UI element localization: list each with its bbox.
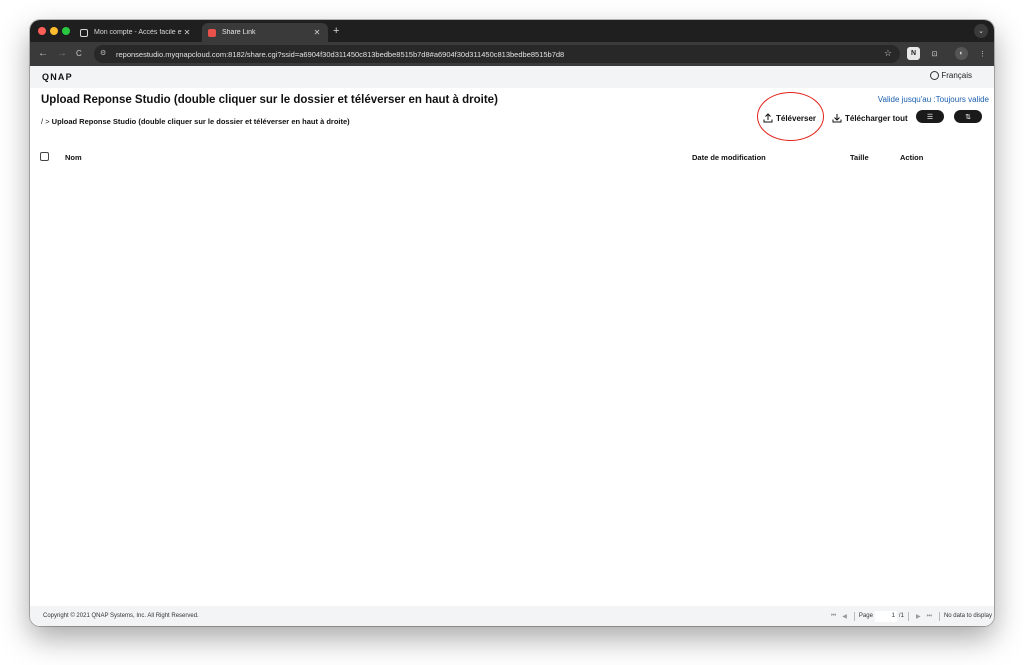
next-page-icon[interactable]: ▶ (916, 613, 921, 620)
select-all-checkbox[interactable] (40, 152, 49, 161)
url-text[interactable]: reponsestudio.myqnapcloud.com:8182/share… (116, 50, 900, 59)
close-window-button[interactable] (38, 27, 46, 35)
browser-menu-icon[interactable]: ⋮ (976, 47, 989, 60)
close-tab-icon[interactable]: ✕ (182, 28, 192, 37)
pager-divider (938, 611, 940, 621)
qnap-favicon-icon (80, 28, 88, 37)
breadcrumb-root[interactable]: / (41, 117, 43, 126)
page-title: Upload Reponse Studio (double cliquer su… (41, 94, 498, 106)
upload-button[interactable]: Téléverser (763, 111, 816, 125)
browser-window: Mon compte - Accès facile et ✕ Share Lin… (30, 20, 994, 626)
globe-icon (930, 71, 940, 80)
upload-icon (763, 113, 773, 123)
language-label: Français (941, 71, 972, 80)
forward-icon[interactable]: → (57, 47, 67, 61)
sort-button[interactable]: ⇅ (954, 110, 982, 123)
qnap-share-page: QNAP Français Upload Reponse Studio (dou… (30, 66, 994, 626)
upload-label: Téléverser (776, 113, 817, 123)
sort-icon: ⇅ (965, 113, 971, 121)
tab-title: Share Link (222, 29, 256, 36)
page-total: /1 (898, 613, 904, 619)
download-all-button[interactable]: Télécharger tout (832, 111, 908, 125)
back-icon[interactable]: ← (38, 47, 48, 61)
minimize-window-button[interactable] (50, 27, 58, 35)
pager-divider (853, 611, 855, 621)
qnap-logo: QNAP (42, 72, 73, 82)
browser-toolbar: ← → C ⚙ reponsestudio.myqnapcloud.com:81… (30, 42, 994, 66)
pagination: ⏮ ◀ Page 1 /1 ▶ ⏭ No data to display (828, 610, 992, 622)
tab-search-menu-button[interactable]: ⌄ (974, 24, 988, 38)
previous-page-icon[interactable]: ◀ (842, 613, 847, 620)
first-page-icon[interactable]: ⏮ (831, 613, 836, 620)
download-all-label: Télécharger tout (845, 113, 908, 123)
pager-divider (907, 611, 909, 621)
column-name[interactable]: Nom (65, 153, 82, 162)
address-bar[interactable]: ⚙ reponsestudio.myqnapcloud.com:8182/sha… (94, 45, 900, 63)
maximize-window-button[interactable] (62, 27, 70, 35)
breadcrumb-separator: > (45, 117, 50, 126)
tab-strip: Mon compte - Accès facile et ✕ Share Lin… (30, 20, 994, 42)
extensions-puzzle-icon[interactable]: ⊡ (928, 47, 941, 60)
page-label: Page (858, 613, 873, 619)
copyright-text: Copyright © 2021 QNAP Systems, Inc. All … (43, 613, 199, 619)
profile-avatar-icon[interactable]: ◐ (955, 47, 968, 60)
column-action: Action (900, 153, 924, 162)
share-link-favicon-icon (208, 28, 216, 37)
download-icon (832, 114, 842, 123)
new-tab-button[interactable]: + (333, 24, 339, 38)
list-view-button[interactable]: ☰ (916, 110, 944, 123)
breadcrumb-current: Upload Reponse Studio (double cliquer su… (51, 117, 350, 126)
tab-mon-compte[interactable]: Mon compte - Accès facile et ✕ (74, 23, 198, 42)
no-data-text: No data to display (943, 613, 992, 619)
tab-title: Mon compte - Accès facile et (94, 29, 182, 36)
last-page-icon[interactable]: ⏭ (927, 613, 932, 620)
page-number-input[interactable]: 1 (874, 610, 897, 622)
list-view-icon: ☰ (926, 113, 934, 121)
site-info-icon[interactable]: ⚙ (100, 50, 110, 58)
qnap-header: QNAP Français (30, 66, 994, 88)
extension-n-icon[interactable]: N (907, 47, 920, 60)
column-modified-date[interactable]: Date de modification (692, 153, 766, 162)
breadcrumb: / > Upload Reponse Studio (double clique… (41, 117, 350, 126)
page-footer: Copyright © 2021 QNAP Systems, Inc. All … (30, 606, 994, 626)
file-table-header: Nom Date de modification Taille Action (30, 146, 994, 166)
close-tab-icon[interactable]: ✕ (312, 28, 322, 37)
bookmark-star-icon[interactable]: ☆ (884, 48, 892, 59)
column-size[interactable]: Taille (850, 153, 869, 162)
tab-share-link[interactable]: Share Link ✕ (202, 23, 328, 42)
reload-icon[interactable]: C (76, 47, 82, 61)
language-selector[interactable]: Français (930, 71, 972, 80)
validity-text: Valide jusqu'au :Toujours valide (877, 95, 989, 104)
